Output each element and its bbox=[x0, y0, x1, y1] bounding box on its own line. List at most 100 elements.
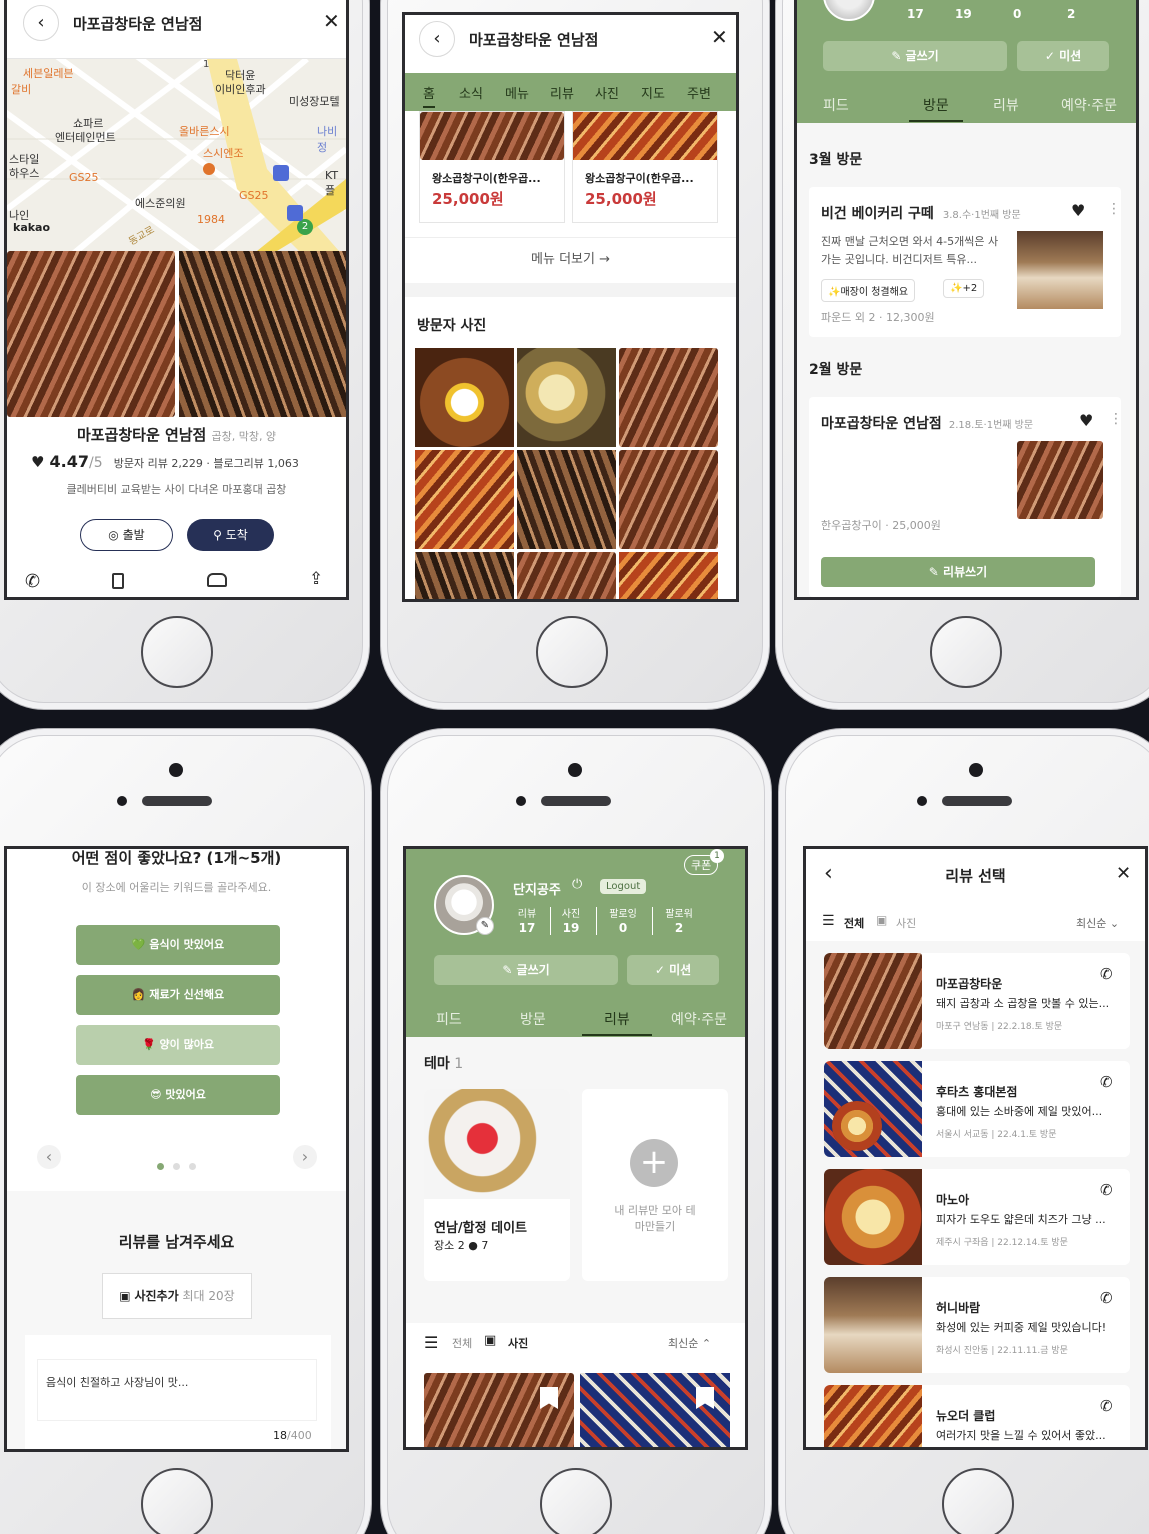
tab-menu[interactable]: 메뉴 bbox=[505, 83, 529, 102]
menu-card[interactable]: 왕소곱창구이(한우곱... 25,000원 bbox=[572, 111, 718, 223]
add-photo-button[interactable]: ▣ 사진추가 최대 20장 bbox=[102, 1273, 252, 1319]
menu-icon[interactable]: ☰ bbox=[424, 1333, 438, 1352]
tab-visit[interactable]: 방문 bbox=[909, 95, 963, 122]
tab-news[interactable]: 소식 bbox=[459, 83, 483, 102]
avatar[interactable] bbox=[823, 0, 875, 21]
home-button[interactable] bbox=[942, 1468, 1014, 1534]
map-view[interactable]: 세븐일레븐 갈비 닥터윤 이비인후과 미성장모텔 쇼파르 엔터테인먼트 올바른스… bbox=[7, 59, 346, 251]
depart-button[interactable]: ◎ 출발 bbox=[80, 519, 173, 551]
home-button[interactable] bbox=[540, 1468, 612, 1534]
review-list-item[interactable]: 허니바람 ✆ 화성에 있는 커피중 제일 맛있습니다! 화성시 진안동 | 22… bbox=[824, 1277, 1130, 1373]
next-arrow-icon[interactable]: › bbox=[293, 1145, 317, 1169]
phone-icon[interactable]: ✆ bbox=[1100, 1397, 1113, 1415]
keyword-option[interactable]: 👩 재료가 신선해요 bbox=[76, 975, 280, 1015]
tab-reservation[interactable]: 예약·주문 bbox=[1061, 95, 1117, 115]
more-icon[interactable]: ⋮ bbox=[1107, 201, 1121, 217]
close-icon[interactable]: ✕ bbox=[323, 9, 340, 33]
review-place: 뉴오더 클럽 bbox=[936, 1409, 996, 1423]
visitor-photo[interactable] bbox=[517, 450, 616, 549]
tab-reservation[interactable]: 예약·주문 bbox=[671, 1009, 727, 1029]
close-icon[interactable]: ✕ bbox=[1116, 863, 1131, 884]
tab-home[interactable]: 홈 bbox=[423, 83, 435, 108]
keyword-option[interactable]: 😎 맛있어요 bbox=[76, 1075, 280, 1115]
visit-card[interactable]: 마포곱창타운 연남점 2.18.토·1번째 방문 ♥ ⋮ 한우곱창구이 · 25… bbox=[809, 397, 1123, 597]
heart-icon[interactable]: ♥ bbox=[1071, 201, 1085, 220]
home-button[interactable] bbox=[141, 1468, 213, 1534]
tab-review[interactable]: 리뷰 bbox=[993, 95, 1019, 115]
location-pin-icon[interactable] bbox=[203, 163, 215, 175]
visitor-photo[interactable] bbox=[619, 450, 718, 549]
phone-icon[interactable]: ✆ bbox=[1100, 965, 1113, 983]
filter-photo[interactable]: 사진 bbox=[896, 915, 916, 931]
tab-visit[interactable]: 방문 bbox=[520, 1009, 546, 1029]
menu-more-button[interactable]: 메뉴 더보기 → bbox=[405, 237, 736, 281]
write-button[interactable]: ✎ 글쓰기 bbox=[434, 955, 618, 985]
home-button[interactable] bbox=[141, 616, 213, 688]
menu-card[interactable]: 왕소곱창구이(한우곱... 25,000원 bbox=[419, 111, 565, 223]
theme-card[interactable]: 연남/합정 데이트 장소 2 ● 7 bbox=[424, 1089, 570, 1281]
more-icon[interactable]: ⋮ bbox=[1109, 411, 1123, 427]
tab-map[interactable]: 지도 bbox=[641, 83, 665, 102]
tab-feed[interactable]: 피드 bbox=[823, 95, 849, 115]
phone-icon[interactable]: ✆ bbox=[1100, 1289, 1113, 1307]
edit-icon[interactable]: ✎ bbox=[476, 917, 494, 935]
place-photo[interactable] bbox=[7, 251, 175, 417]
prev-arrow-icon[interactable]: ‹ bbox=[37, 1145, 61, 1169]
back-button[interactable]: ‹ bbox=[23, 5, 59, 41]
share-icon[interactable]: ⇪ bbox=[309, 569, 323, 589]
tab-review[interactable]: 리뷰 bbox=[550, 83, 574, 102]
visitor-photo[interactable] bbox=[619, 552, 718, 599]
visitor-photo[interactable] bbox=[415, 552, 514, 599]
sort-select[interactable]: 최신순 ⌄ bbox=[1076, 915, 1119, 931]
make-theme-card[interactable]: + 내 리뷰만 모아 테마만들기 bbox=[582, 1089, 728, 1281]
mission-button[interactable]: ✓ 미션 bbox=[1017, 41, 1109, 71]
filter-photo[interactable]: 사진 bbox=[508, 1335, 528, 1351]
back-button[interactable]: ‹ bbox=[419, 21, 455, 57]
filter-all[interactable]: 전체 bbox=[452, 1335, 472, 1351]
visitor-photo[interactable] bbox=[415, 450, 514, 549]
place-photo[interactable] bbox=[179, 251, 346, 417]
review-list-item[interactable]: 후타츠 홍대본점 ✆ 홍대에 있는 소바중에 제일 맛있어... 서울시 서교동… bbox=[824, 1061, 1130, 1157]
write-button[interactable]: ✎ 글쓰기 bbox=[823, 41, 1007, 71]
visit-photo[interactable] bbox=[1017, 231, 1103, 309]
review-list-item[interactable]: 마포곱창타운 ✆ 돼지 곱창과 소 곱창을 맛볼 수 있는... 마포구 연남동… bbox=[824, 953, 1130, 1049]
mission-button[interactable]: ✓ 미션 bbox=[627, 955, 719, 985]
visitor-photo[interactable] bbox=[415, 348, 514, 447]
visit-card[interactable]: 비건 베이커리 구떼 3.8.수·1번째 방문 ♥ ⋮ 진짜 맨날 근처오면 와… bbox=[809, 187, 1121, 337]
keyword-option[interactable]: 🌹 양이 많아요 bbox=[76, 1025, 280, 1065]
arrive-button[interactable]: ⚲ 도착 bbox=[187, 519, 274, 551]
visitor-photo[interactable] bbox=[517, 348, 616, 447]
bookmark-icon[interactable] bbox=[112, 573, 124, 589]
rating-max: /5 bbox=[89, 455, 103, 471]
visitor-photo[interactable] bbox=[619, 348, 718, 447]
review-list-item[interactable]: 뉴오더 클럽 ✆ 여러가지 맛을 느낄 수 있어서 좋았... bbox=[824, 1385, 1130, 1447]
phone-icon[interactable]: ✆ bbox=[1100, 1073, 1113, 1091]
visitor-photo[interactable] bbox=[517, 552, 616, 599]
heart-icon[interactable]: ♥ bbox=[1079, 411, 1093, 430]
car-icon[interactable] bbox=[207, 573, 227, 587]
review-photo[interactable] bbox=[580, 1373, 730, 1447]
theme-meta-row: 장소 2 ● 7 bbox=[434, 1237, 488, 1253]
visit-photo[interactable] bbox=[1017, 441, 1103, 519]
keyword-option[interactable]: 💚 음식이 맛있어요 bbox=[76, 925, 280, 965]
tab-photo[interactable]: 사진 bbox=[595, 83, 619, 102]
home-button[interactable] bbox=[930, 616, 1002, 688]
sort-select[interactable]: 최신순 ⌃ bbox=[668, 1335, 711, 1351]
review-photo[interactable] bbox=[424, 1373, 574, 1447]
tab-feed[interactable]: 피드 bbox=[436, 1009, 462, 1029]
review-textarea[interactable]: 음식이 친절하고 사장님이 맛... bbox=[37, 1359, 317, 1421]
menu-icon[interactable]: ☰ bbox=[822, 913, 835, 929]
review-list-item[interactable]: 마노아 ✆ 피자가 도우도 얇은데 치즈가 그냥 ... 제주시 구좌읍 | 2… bbox=[824, 1169, 1130, 1265]
map-label: GS25 bbox=[69, 171, 99, 184]
phone-icon[interactable]: ✆ bbox=[25, 571, 40, 592]
logout-button[interactable]: Logout bbox=[600, 879, 647, 894]
phone-icon[interactable]: ✆ bbox=[1100, 1181, 1113, 1199]
close-icon[interactable]: ✕ bbox=[711, 25, 728, 49]
stat-value: 0 bbox=[1013, 7, 1022, 21]
write-review-button[interactable]: ✎ 리뷰쓰기 bbox=[821, 557, 1095, 587]
tab-nearby[interactable]: 주변 bbox=[687, 83, 711, 102]
filter-all[interactable]: 전체 bbox=[844, 915, 864, 931]
tab-review[interactable]: 리뷰 bbox=[582, 1009, 652, 1036]
home-button[interactable] bbox=[536, 616, 608, 688]
logout-icon[interactable]: ⏻ bbox=[572, 877, 582, 892]
